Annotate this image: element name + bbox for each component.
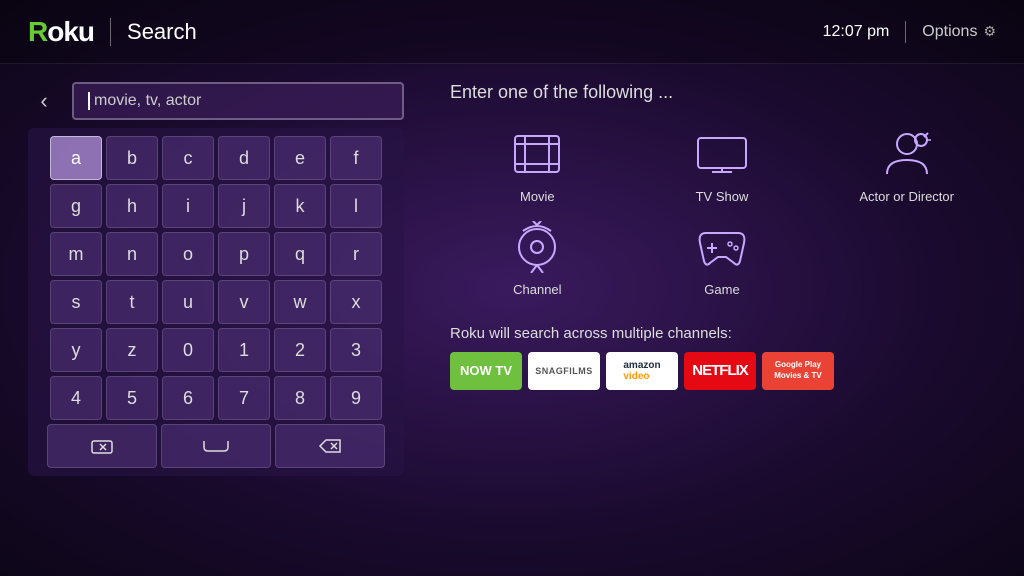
amazon-label: amazonvideo <box>623 360 660 382</box>
key-7[interactable]: 7 <box>218 376 270 420</box>
key-g[interactable]: g <box>50 184 102 228</box>
channels-description: Roku will search across multiple channel… <box>450 325 994 342</box>
right-panel: Enter one of the following ... Movie <box>420 82 1024 576</box>
key-b[interactable]: b <box>106 136 158 180</box>
key-row-2: g h i j k l <box>36 184 396 228</box>
key-u[interactable]: u <box>162 280 214 324</box>
movie-icon <box>505 127 569 181</box>
key-p[interactable]: p <box>218 232 270 276</box>
channel-logos: NOW TV SNAGFILMS amazonvideo NETFLIX Goo… <box>450 352 994 390</box>
key-8[interactable]: 8 <box>274 376 326 420</box>
key-v[interactable]: v <box>218 280 270 324</box>
roku-logo: Roku <box>28 16 94 48</box>
key-r[interactable]: r <box>330 232 382 276</box>
category-game[interactable]: Game <box>635 220 810 299</box>
category-channel[interactable]: Channel <box>450 220 625 299</box>
header-divider <box>110 18 111 46</box>
key-9[interactable]: 9 <box>330 376 382 420</box>
key-e[interactable]: e <box>274 136 326 180</box>
key-row-1: a b c d e f <box>36 136 396 180</box>
key-m[interactable]: m <box>50 232 102 276</box>
movie-label: Movie <box>520 189 555 206</box>
tvshow-label: TV Show <box>696 189 749 206</box>
header-divider2 <box>905 21 906 43</box>
chevron-left-icon: ‹ <box>40 88 47 114</box>
key-t[interactable]: t <box>106 280 158 324</box>
channel-nowtv: NOW TV <box>450 352 522 390</box>
key-j[interactable]: j <box>218 184 270 228</box>
page-title: Search <box>127 19 197 45</box>
key-row-3: m n o p q r <box>36 232 396 276</box>
snagfilms-label: SNAGFILMS <box>535 366 593 376</box>
enter-prompt: Enter one of the following ... <box>450 82 994 103</box>
key-s[interactable]: s <box>50 280 102 324</box>
actor-icon <box>875 127 939 181</box>
nowtv-label: NOW TV <box>460 363 512 378</box>
key-row-action <box>36 424 396 468</box>
key-backspace[interactable] <box>275 424 385 468</box>
search-placeholder: movie, tv, actor <box>94 92 201 110</box>
key-n[interactable]: n <box>106 232 158 276</box>
channel-snagfilms: SNAGFILMS <box>528 352 600 390</box>
key-z[interactable]: z <box>106 328 158 372</box>
key-5[interactable]: 5 <box>106 376 158 420</box>
google-label: Google PlayMovies & TV <box>774 360 822 381</box>
options-label: Options <box>922 23 977 41</box>
category-tvshow[interactable]: TV Show <box>635 127 810 206</box>
search-input[interactable]: movie, tv, actor <box>72 82 404 120</box>
channel-icon <box>505 220 569 274</box>
options-button[interactable]: Options ⚙ <box>922 23 996 41</box>
key-d[interactable]: d <box>218 136 270 180</box>
space-icon <box>202 439 230 453</box>
header: Roku Search 12:07 pm Options ⚙ <box>0 0 1024 64</box>
key-w[interactable]: w <box>274 280 326 324</box>
key-row-4: s t u v w x <box>36 280 396 324</box>
back-row: ‹ movie, tv, actor <box>28 82 404 120</box>
key-4[interactable]: 4 <box>50 376 102 420</box>
channel-netflix: NETFLIX <box>684 352 756 390</box>
backspace-icon <box>318 437 342 455</box>
key-l[interactable]: l <box>330 184 382 228</box>
key-delete[interactable] <box>47 424 157 468</box>
back-button[interactable]: ‹ <box>28 85 60 117</box>
key-row-6: 4 5 6 7 8 9 <box>36 376 396 420</box>
text-cursor <box>88 92 90 110</box>
key-q[interactable]: q <box>274 232 326 276</box>
key-x[interactable]: x <box>330 280 382 324</box>
gear-icon: ⚙ <box>983 23 996 40</box>
key-space[interactable] <box>161 424 271 468</box>
keyboard: a b c d e f g h i j k l m n o p <box>28 128 404 476</box>
actor-label: Actor or Director <box>859 189 954 206</box>
channel-label: Channel <box>513 282 561 299</box>
header-right: 12:07 pm Options ⚙ <box>823 21 996 43</box>
key-c[interactable]: c <box>162 136 214 180</box>
key-0[interactable]: 0 <box>162 328 214 372</box>
tvshow-icon <box>690 127 754 181</box>
key-i[interactable]: i <box>162 184 214 228</box>
key-2[interactable]: 2 <box>274 328 326 372</box>
key-h[interactable]: h <box>106 184 158 228</box>
key-y[interactable]: y <box>50 328 102 372</box>
category-movie[interactable]: Movie <box>450 127 625 206</box>
key-o[interactable]: o <box>162 232 214 276</box>
category-grid: Movie TV Show <box>450 127 994 299</box>
header-time: 12:07 pm <box>823 23 890 41</box>
netflix-label: NETFLIX <box>692 362 748 379</box>
game-label: Game <box>704 282 739 299</box>
channel-amazon: amazonvideo <box>606 352 678 390</box>
delete-icon <box>90 437 114 455</box>
left-panel: ‹ movie, tv, actor a b c d e f g h i <box>0 82 420 576</box>
key-row-5: y z 0 1 2 3 <box>36 328 396 372</box>
category-actor[interactable]: Actor or Director <box>819 127 994 206</box>
key-6[interactable]: 6 <box>162 376 214 420</box>
key-k[interactable]: k <box>274 184 326 228</box>
channel-google: Google PlayMovies & TV <box>762 352 834 390</box>
key-1[interactable]: 1 <box>218 328 270 372</box>
key-f[interactable]: f <box>330 136 382 180</box>
key-a[interactable]: a <box>50 136 102 180</box>
key-3[interactable]: 3 <box>330 328 382 372</box>
main-content: ‹ movie, tv, actor a b c d e f g h i <box>0 64 1024 576</box>
game-icon <box>690 220 754 274</box>
